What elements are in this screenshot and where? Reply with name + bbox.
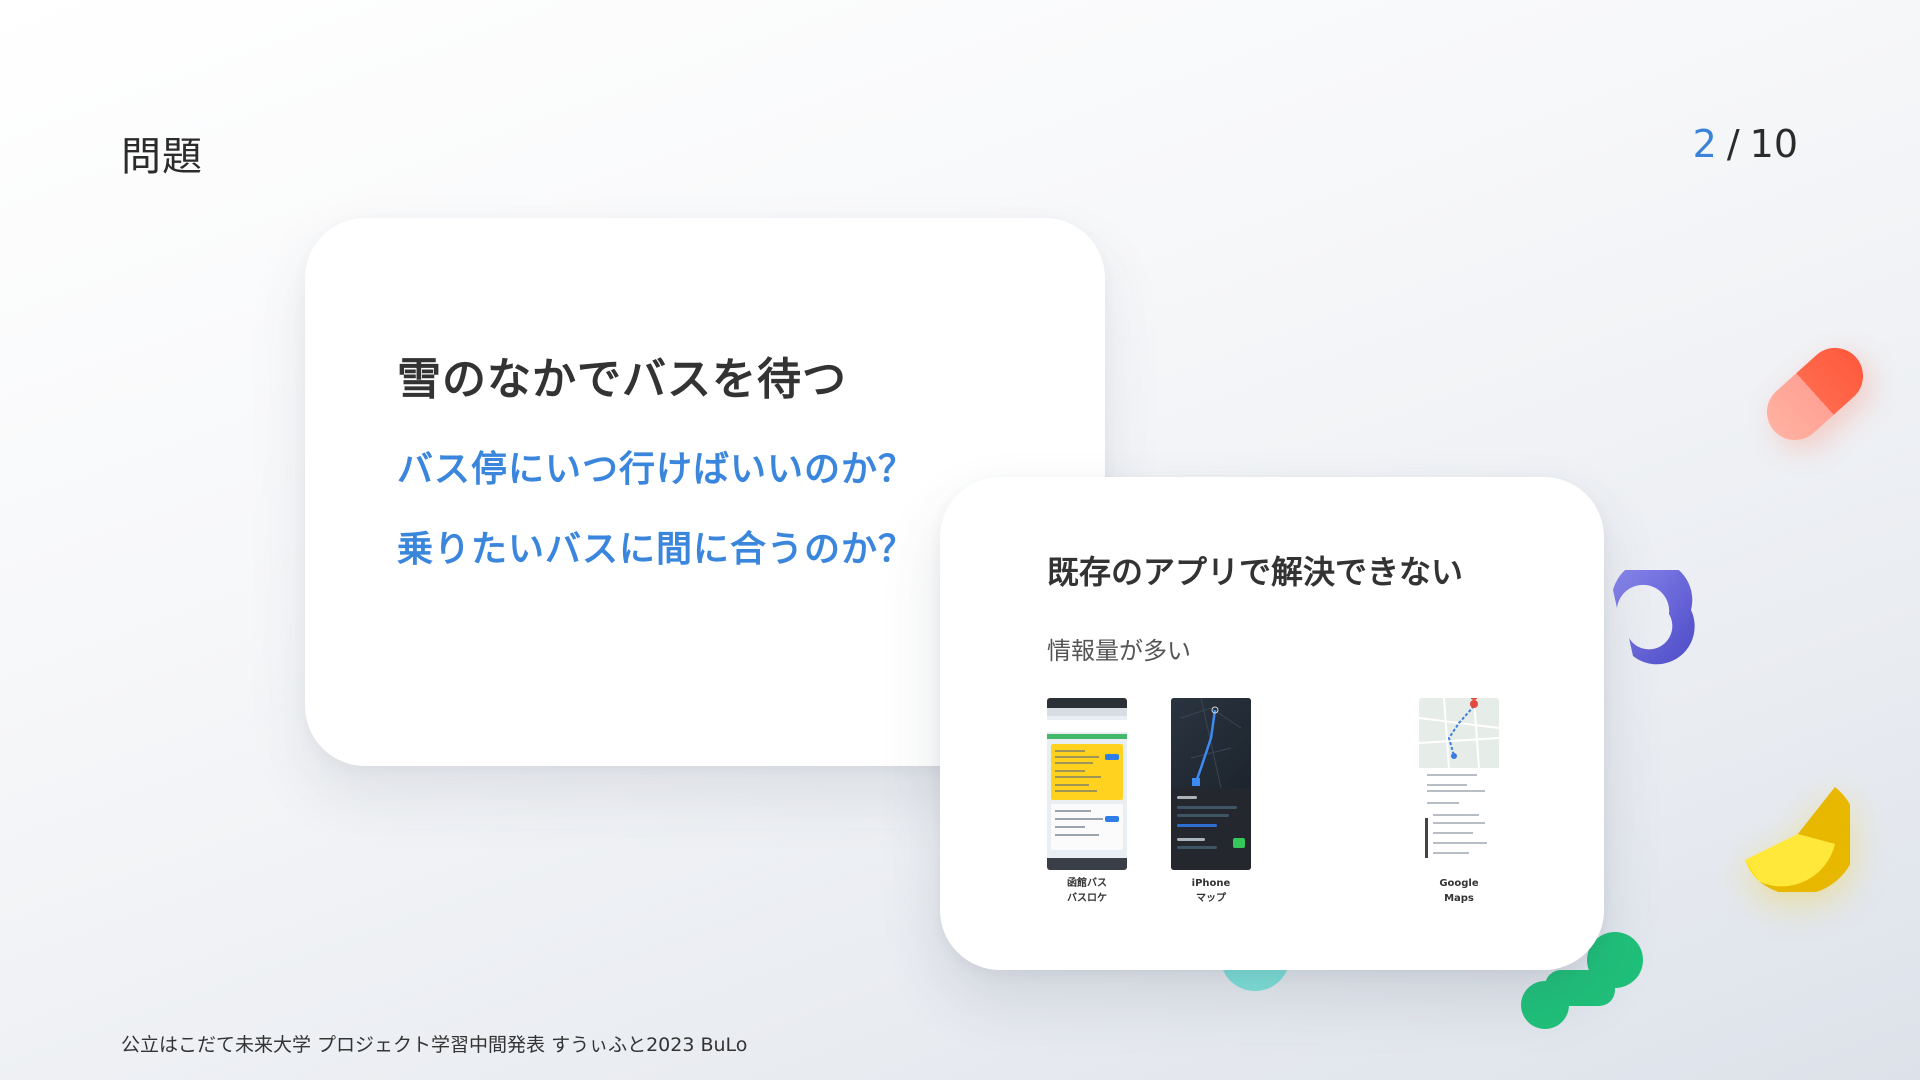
problem-question-2: 乗りたいバスに間に合うのか？ (397, 529, 916, 570)
yellow-half-circle-decoration (1745, 787, 1850, 892)
app-label: Google Maps (1439, 878, 1479, 904)
purple-magnet-decoration (1613, 570, 1695, 665)
apps-heading: 既存のアプリで解決できない (1047, 553, 1464, 591)
page-current: 2 (1692, 122, 1717, 166)
app-google-maps: Google Maps (1418, 698, 1500, 906)
app-label: 函館バス バスロケ (1067, 878, 1107, 904)
iphone-maps-screenshot (1171, 698, 1251, 870)
red-pill-decoration (1755, 336, 1875, 452)
app-label: iPhone マップ (1191, 878, 1231, 904)
apps-subheading: 情報量が多い (1047, 637, 1191, 665)
problem-heading: 雪のなかでバスを待つ (397, 354, 847, 405)
slide-title: 問題 (121, 134, 203, 180)
existing-apps-card: 既存のアプリで解決できない 情報量が多い 函館バス バスロケ iPhone マッ… (940, 477, 1604, 970)
problem-question-1: バス停にいつ行けばいいのか？ (397, 449, 916, 490)
app-bus-locator: 函館バス バスロケ (1046, 698, 1128, 906)
google-maps-screenshot (1419, 698, 1499, 870)
app-iphone-maps: iPhone マップ (1170, 698, 1252, 906)
bus-locator-screenshot (1047, 698, 1127, 870)
page-separator: / (1726, 122, 1740, 166)
page-total: 10 (1749, 122, 1798, 166)
footer-caption: 公立はこだて未来大学 プロジェクト学習中間発表 すうぃふと2023 BuLo (121, 1034, 748, 1056)
page-counter: 2 / 10 (1693, 122, 1798, 166)
